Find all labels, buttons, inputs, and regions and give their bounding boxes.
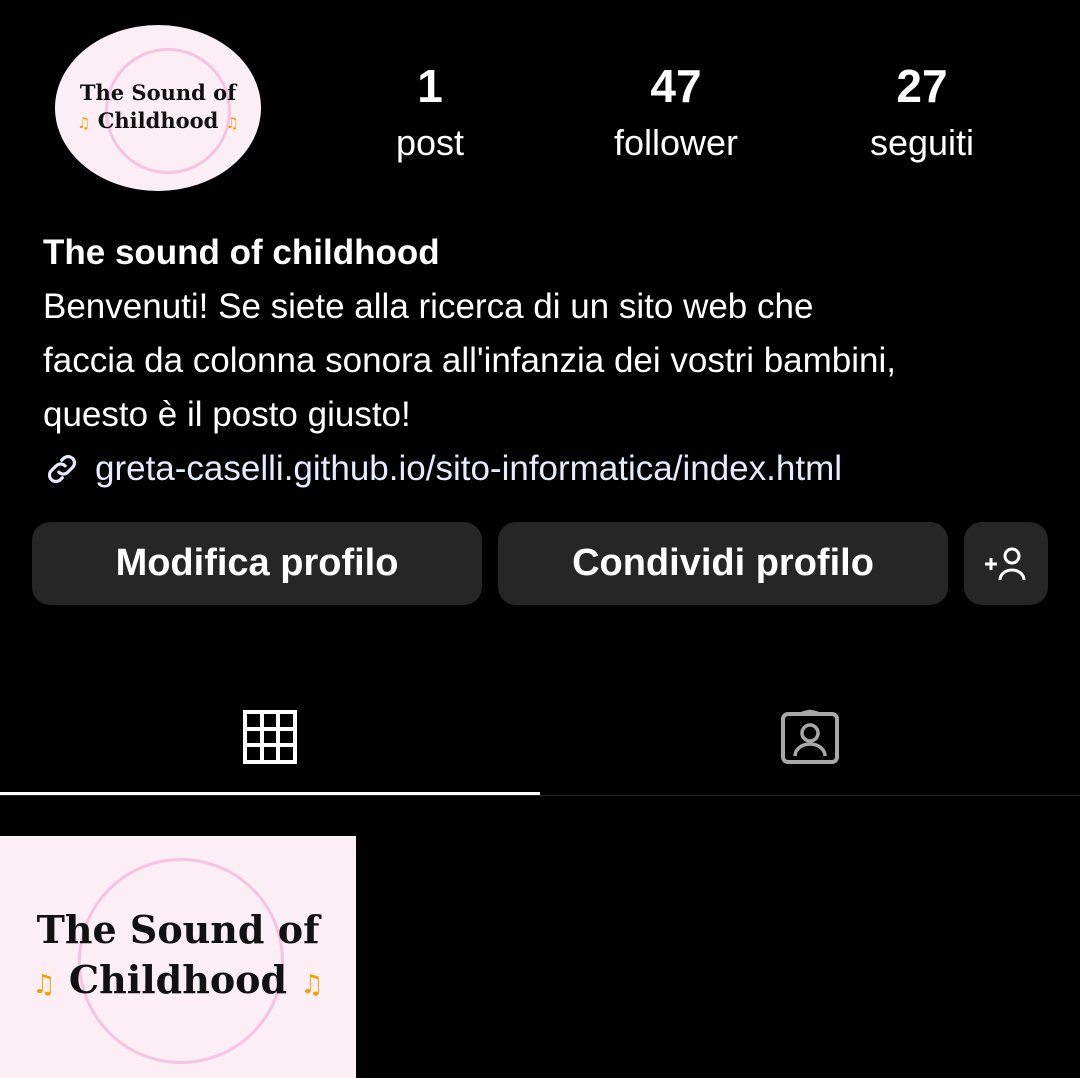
bio-link[interactable]: greta-caselli.github.io/sito-informatica… (43, 442, 1053, 496)
edit-profile-label: Modifica profilo (115, 542, 399, 584)
stat-posts-label: post (395, 122, 465, 163)
stat-followers-count: 47 (650, 60, 702, 112)
stat-followers[interactable]: 47 follower (586, 60, 766, 168)
bio-link-text: greta-caselli.github.io/sito-informatica… (95, 449, 842, 488)
tab-posts-grid[interactable] (0, 680, 540, 795)
bio-line: questo è il posto giusto! (43, 395, 411, 434)
music-notes-icon: ♫ (32, 969, 56, 1000)
bio-line: faccia da colonna sonora all'infanzia de… (43, 341, 897, 380)
music-notes-icon: ♫ (300, 969, 324, 1000)
logo-line-2: ♫ Childhood ♫ (77, 107, 239, 137)
edit-profile-button[interactable]: Modifica profilo (32, 522, 482, 605)
logo-line-2-text: Childhood (97, 108, 219, 133)
logo-line-1: The Sound of (79, 80, 237, 105)
stat-following-label: seguiti (869, 122, 975, 163)
profile-avatar[interactable]: The Sound of ♫ Childhood ♫ (55, 25, 261, 191)
post-logo-line-2: ♫ Childhood ♫ (32, 955, 323, 1010)
post-logo-line-1: The Sound of (36, 906, 320, 952)
stat-posts-count: 1 (417, 60, 443, 112)
stat-following[interactable]: 27 seguiti (832, 60, 1012, 168)
stat-following-count: 27 (896, 60, 948, 112)
link-icon (48, 455, 76, 483)
profile-bio: The sound of childhood Benvenuti! Se sie… (43, 226, 1053, 496)
post-logo-line-2-text: Childhood (68, 956, 288, 1002)
grid-icon (243, 710, 297, 764)
stat-posts[interactable]: 1 post (340, 60, 520, 168)
stat-followers-label: follower (613, 122, 739, 163)
avatar-logo: The Sound of ♫ Childhood ♫ (77, 79, 239, 137)
music-notes-icon: ♫ (76, 114, 91, 132)
post-logo: The Sound of ♫ Childhood ♫ (32, 905, 323, 1010)
profile-stats: 1 post 47 follower 27 seguiti (340, 60, 1040, 180)
display-name: The sound of childhood (43, 233, 440, 272)
profile-tabs (0, 680, 1080, 796)
discover-people-button[interactable] (964, 522, 1048, 605)
tab-tagged[interactable] (540, 680, 1080, 794)
bio-line: Benvenuti! Se siete alla ricerca di un s… (43, 287, 814, 326)
add-person-icon (985, 547, 1026, 580)
tagged-person-icon (781, 709, 839, 764)
share-profile-label: Condividi profilo (572, 542, 874, 584)
post-thumbnail[interactable]: The Sound of ♫ Childhood ♫ (0, 836, 356, 1078)
music-notes-icon: ♫ (225, 114, 240, 132)
share-profile-button[interactable]: Condividi profilo (498, 522, 948, 605)
